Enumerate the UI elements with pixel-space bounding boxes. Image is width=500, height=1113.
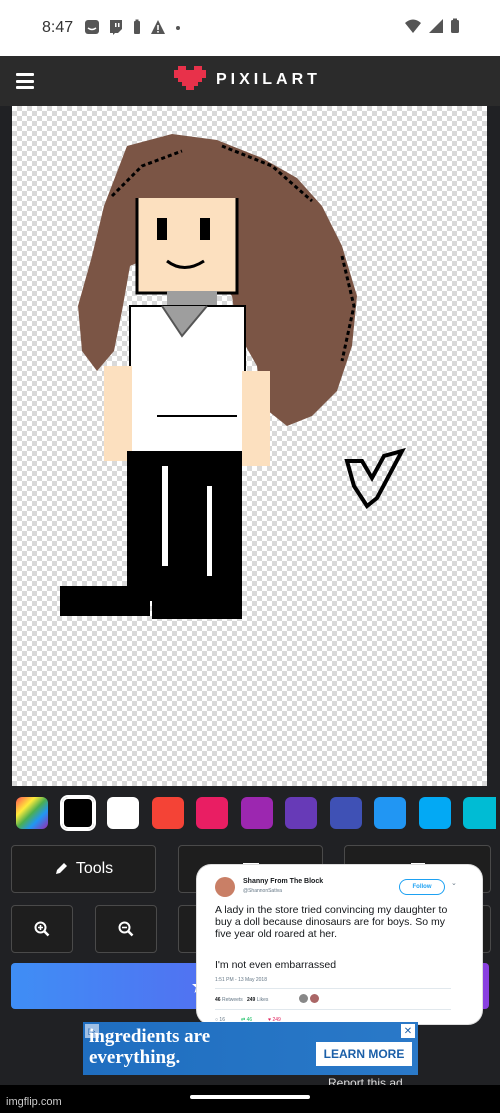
tweet-text-2: I'm not even embarrassed — [215, 959, 337, 971]
tweet: Shanny From The Block @ShannonSativa Fol… — [207, 871, 463, 1023]
drawing-canvas[interactable] — [12, 106, 487, 786]
tweet-divider — [215, 988, 451, 989]
red-color-swatch[interactable] — [152, 797, 184, 829]
notification-icons — [84, 19, 182, 35]
purple-color-swatch[interactable] — [241, 797, 273, 829]
avatar — [310, 994, 319, 1003]
tweet-author-name: Shanny From The Block — [243, 878, 324, 885]
logo-text: PIXILART — [216, 71, 321, 88]
pants — [127, 451, 242, 601]
ad-close-icon[interactable]: ✕ — [401, 1024, 415, 1038]
tools-button[interactable]: Tools — [11, 845, 156, 893]
color-palette — [16, 797, 496, 831]
app-notification-icon — [85, 20, 99, 34]
status-bar: 8:47 — [0, 0, 500, 56]
heart-doodle — [344, 447, 406, 509]
app-header: PIXILART — [0, 56, 500, 106]
pink-color-swatch[interactable] — [196, 797, 228, 829]
system-icons — [404, 18, 460, 34]
blue-color-swatch[interactable] — [374, 797, 406, 829]
retweets-label: Retweets — [221, 997, 243, 1003]
tweet-timestamp: 1:51 PM - 13 May 2018 — [215, 977, 267, 983]
pixilart-logo[interactable]: PIXILART — [174, 66, 321, 94]
liker-avatars — [299, 994, 319, 1003]
home-gesture-bar[interactable] — [190, 1095, 310, 1099]
pencil-icon — [55, 863, 67, 874]
tweet-stats: 46 Retweets 249 Likes — [215, 997, 268, 1003]
face — [137, 198, 237, 293]
battery-icon — [451, 18, 459, 33]
indigo-color-swatch[interactable] — [330, 797, 362, 829]
chevron-down-icon: ⌄ — [451, 880, 457, 887]
wifi-icon — [405, 19, 421, 33]
pixel-art-drawing — [60, 134, 406, 619]
tweet-divider — [215, 1009, 451, 1010]
menu-icon[interactable] — [16, 73, 34, 89]
white-color-swatch[interactable] — [107, 797, 139, 829]
ad-learn-more-button[interactable]: LEARN MORE — [316, 1042, 412, 1066]
heart-logo-icon — [174, 66, 206, 90]
twitch-icon — [110, 20, 122, 35]
zoom-out-button[interactable] — [95, 905, 157, 953]
signal-icon — [429, 19, 443, 33]
avatar — [299, 994, 308, 1003]
ad-banner[interactable]: ▷ ✕ ingredients are everything. LEARN MO… — [83, 1022, 418, 1075]
tweet-overlay-image: Shanny From The Block @ShannonSativa Fol… — [197, 865, 482, 1024]
zoom-in-icon — [34, 921, 50, 937]
zoom-out-icon — [118, 921, 134, 937]
light-blue-color-swatch[interactable] — [419, 797, 451, 829]
status-time: 8:47 — [42, 19, 74, 36]
black-color-swatch[interactable] — [62, 797, 94, 829]
zoom-in-button[interactable] — [11, 905, 73, 953]
battery-small-icon — [134, 19, 140, 34]
dot-icon — [176, 26, 180, 30]
system-nav-bar — [0, 1085, 500, 1113]
retweets-count: 46 — [215, 997, 221, 1003]
warning-icon — [151, 20, 165, 34]
tweet-author-handle: @ShannonSativa — [243, 888, 282, 894]
tweet-avatar — [215, 877, 235, 897]
tweet-text: A lady in the store tried convincing my … — [215, 904, 448, 940]
watermark: imgflip.com — [6, 1096, 62, 1108]
deep-purple-color-swatch[interactable] — [285, 797, 317, 829]
likes-count: 249 — [246, 997, 256, 1003]
ad-headline: ingredients are everything. — [89, 1026, 211, 1068]
cyan-color-swatch[interactable] — [463, 797, 496, 829]
likes-label: Likes — [256, 997, 269, 1003]
tools-label: Tools — [75, 860, 114, 877]
tweet-follow-button: Follow — [399, 879, 445, 895]
rainbow-color-swatch[interactable] — [16, 797, 48, 829]
